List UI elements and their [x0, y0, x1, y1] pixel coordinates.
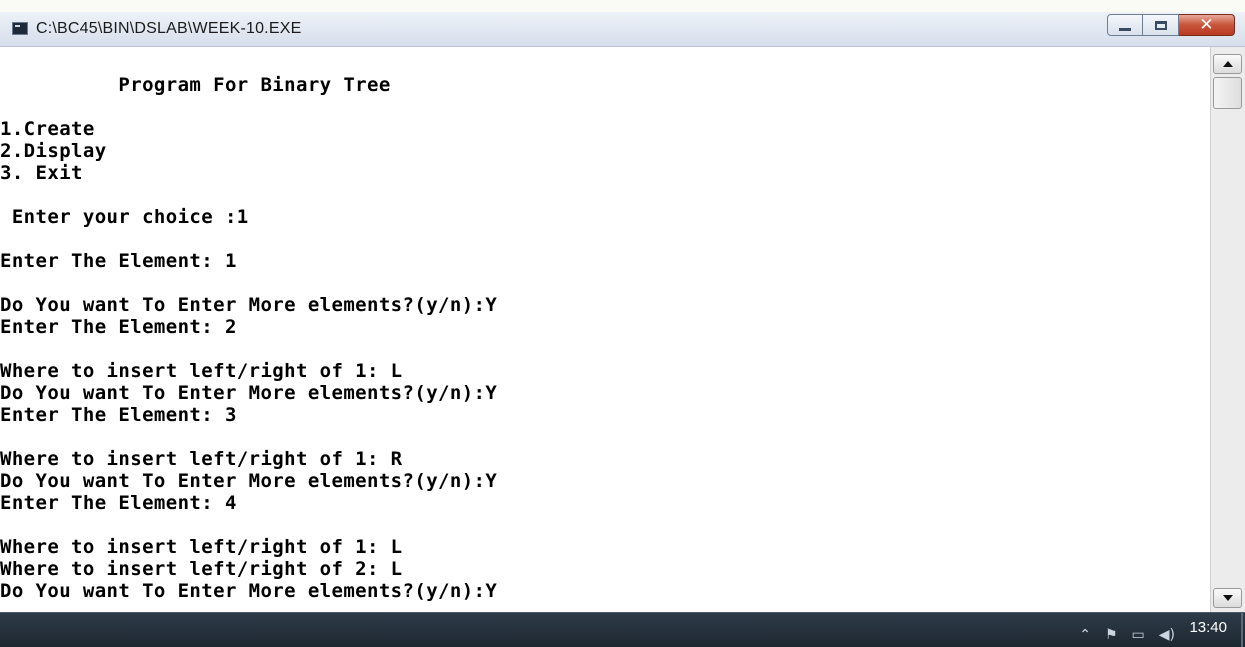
vertical-scrollbar[interactable]: [1210, 47, 1245, 612]
console-line: Where to insert left/right of 2: L: [0, 558, 403, 580]
maximize-icon: [1154, 20, 1167, 30]
volume-icon[interactable]: ◀): [1159, 627, 1175, 643]
console-line: Where to insert left/right of 1: L: [0, 536, 403, 558]
arrow-up-icon: [1223, 61, 1233, 67]
console-line: Enter The Element: 1: [0, 250, 237, 272]
taskbar-clock[interactable]: 13:40: [1189, 619, 1227, 636]
console-line: 3. Exit: [0, 162, 83, 184]
console-line: Enter The Element: 3: [0, 404, 237, 426]
network-icon[interactable]: ▭: [1132, 627, 1145, 643]
console-line: Where to insert left/right of 1: L: [0, 360, 403, 382]
console-line: Do You want To Enter More elements?(y/n)…: [0, 294, 498, 316]
close-button[interactable]: ✕: [1179, 14, 1235, 36]
maximize-button[interactable]: [1143, 14, 1179, 36]
arrow-down-icon: [1223, 595, 1233, 601]
console-window: C:\BC45\BIN\DSLAB\WEEK-10.EXE ✕ Program …: [0, 12, 1245, 612]
chevron-up-icon[interactable]: ⌃: [1079, 627, 1091, 643]
console-line: Do You want To Enter More elements?(y/n)…: [0, 382, 498, 404]
scroll-up-button[interactable]: [1213, 54, 1242, 74]
background-strip: [0, 0, 1245, 12]
title-bar[interactable]: C:\BC45\BIN\DSLAB\WEEK-10.EXE ✕: [0, 12, 1245, 47]
scroll-thumb[interactable]: [1213, 77, 1242, 109]
console-line: Do You want To Enter More elements?(y/n)…: [0, 580, 498, 602]
console-line: 1.Create: [0, 118, 95, 140]
minimize-button[interactable]: [1107, 14, 1143, 36]
caption-buttons: ✕: [1107, 14, 1235, 36]
minimize-icon: [1119, 27, 1131, 31]
scroll-down-button[interactable]: [1213, 588, 1242, 608]
console-line: Program For Binary Tree: [0, 74, 391, 96]
console-line: Enter The Element: 4: [0, 492, 237, 514]
system-tray: ⌃ ⚑ ▭ ◀): [1079, 627, 1175, 643]
show-desktop-button[interactable]: [1241, 613, 1243, 647]
console-line: Where to insert left/right of 1: R: [0, 448, 403, 470]
console-line: 2.Display: [0, 140, 107, 162]
close-icon: ✕: [1199, 15, 1214, 35]
console-app-icon[interactable]: [12, 22, 28, 35]
console-line: Enter your choice :1: [0, 206, 249, 228]
taskbar: ⌃ ⚑ ▭ ◀) 13:40: [0, 612, 1245, 647]
console-line: Enter The Element: 2: [0, 316, 237, 338]
console-line: Do You want To Enter More elements?(y/n)…: [0, 470, 498, 492]
window-title: C:\BC45\BIN\DSLAB\WEEK-10.EXE: [36, 20, 302, 37]
console-output[interactable]: Program For Binary Tree 1.Create 2.Displ…: [0, 47, 1210, 612]
flag-icon[interactable]: ⚑: [1105, 627, 1118, 643]
